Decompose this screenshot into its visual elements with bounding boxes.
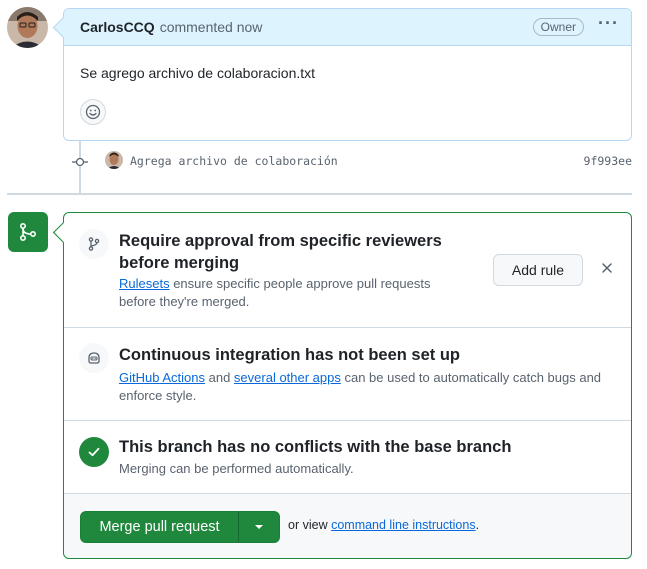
require-approval-desc: Rulesets ensure specific people approve … bbox=[119, 275, 464, 311]
comment-body: Se agrego archivo de colaboracion.txt bbox=[80, 65, 316, 81]
avatar[interactable] bbox=[7, 7, 48, 48]
check-circle-icon bbox=[79, 437, 109, 467]
merge-button-group: Merge pull request bbox=[80, 511, 280, 543]
smiley-icon[interactable] bbox=[80, 99, 106, 125]
other-apps-link[interactable]: several other apps bbox=[234, 370, 341, 385]
git-commit-icon bbox=[72, 154, 88, 170]
commit-message-link[interactable]: Agrega archivo de colaboración bbox=[130, 154, 338, 168]
require-approval-title: Require approval from specific reviewers… bbox=[119, 232, 442, 272]
ci-desc: GitHub Actions and several other apps ca… bbox=[119, 369, 609, 405]
add-rule-button[interactable]: Add rule bbox=[493, 254, 583, 286]
require-approval-section: Require approval from specific reviewers… bbox=[64, 213, 631, 328]
commit-avatar[interactable] bbox=[105, 151, 123, 169]
kebab-horizontal-icon[interactable]: ··· bbox=[598, 14, 619, 32]
conflicts-section: This branch has no conflicts with the ba… bbox=[64, 421, 631, 494]
chevron-down-icon[interactable] bbox=[239, 512, 279, 542]
merge-box: Require approval from specific reviewers… bbox=[63, 212, 632, 559]
comment-timestamp[interactable]: commented now bbox=[160, 19, 263, 35]
merge-pull-request-button[interactable]: Merge pull request bbox=[81, 512, 239, 542]
conflicts-desc: Merging can be performed automatically. bbox=[119, 461, 354, 476]
comment-box: CarlosCCQ commented now Owner ··· Se agr… bbox=[63, 8, 632, 141]
conflicts-title: This branch has no conflicts with the ba… bbox=[119, 438, 512, 456]
or-view-period: . bbox=[475, 518, 480, 532]
github-actions-link[interactable]: GitHub Actions bbox=[119, 370, 205, 385]
comment-author[interactable]: CarlosCCQ bbox=[80, 19, 155, 35]
command-line-instructions-link[interactable]: command line instructions bbox=[331, 518, 476, 532]
comment-header: CarlosCCQ commented now Owner ··· bbox=[64, 9, 631, 46]
git-branch-icon bbox=[79, 229, 109, 259]
robot-icon bbox=[79, 343, 109, 373]
ci-and-text: and bbox=[205, 370, 234, 385]
timeline-divider bbox=[7, 193, 632, 195]
rulesets-link[interactable]: Rulesets bbox=[119, 276, 170, 291]
ci-title: Continuous integration has not been set … bbox=[119, 346, 460, 364]
owner-badge: Owner bbox=[532, 18, 585, 36]
commit-sha-link[interactable]: 9f993ee bbox=[584, 154, 632, 168]
git-merge-icon bbox=[8, 212, 48, 252]
or-view-label: or view bbox=[288, 518, 332, 532]
or-view-text: or view command line instructions. bbox=[288, 518, 479, 532]
merge-actions-section: Merge pull request or view command line … bbox=[64, 494, 631, 558]
close-icon[interactable] bbox=[599, 260, 615, 276]
commit-row: Agrega archivo de colaboración 9f993ee bbox=[70, 150, 632, 174]
ci-section: Continuous integration has not been set … bbox=[64, 328, 631, 421]
